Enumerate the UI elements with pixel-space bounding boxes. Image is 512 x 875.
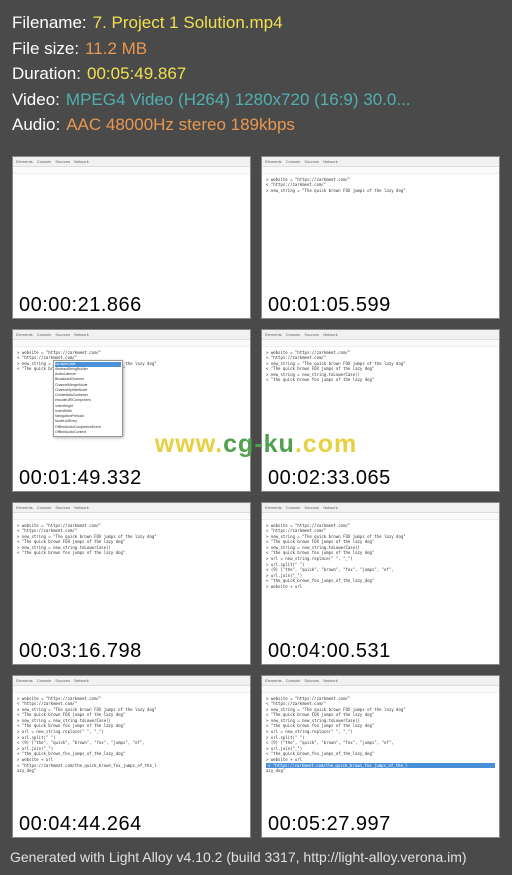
devtools-tab: Console xyxy=(286,505,301,510)
footer-text: Generated with Light Alloy v4.10.2 (buil… xyxy=(0,843,477,871)
thumbnail-cell: Elements ConsoleSources Network > website =… xyxy=(261,675,500,838)
devtools-tab: Network xyxy=(74,332,89,337)
timestamp: 00:01:05.599 xyxy=(262,291,499,318)
thumbnail-preview: Elements ConsoleSources Network > website =… xyxy=(262,330,499,464)
console-code: > website = "https://zarkmeet.com/"< "ht… xyxy=(266,523,495,590)
thumbnail-cell: Elements ConsoleSources Network > website =… xyxy=(12,502,251,665)
filesize-value: 11.2 MB xyxy=(85,36,147,62)
devtools-tab: Console xyxy=(286,678,301,683)
devtools-tab: Console xyxy=(37,505,52,510)
thumbnail-cell: Elements ConsoleSources Network > website =… xyxy=(261,156,500,319)
devtools-tab: Elements xyxy=(265,332,282,337)
duration-value: 00:05:49.867 xyxy=(87,61,186,87)
devtools-tab: Elements xyxy=(265,159,282,164)
devtools-tabs: Elements ConsoleSources Network xyxy=(262,503,499,513)
devtools-tab: Console xyxy=(286,159,301,164)
thumbnail-preview: Elements ConsoleSources Network > website =… xyxy=(262,676,499,810)
audio-label: Audio: xyxy=(12,112,60,138)
video-info-header: Filename: 7. Project 1 Solution.mp4 File… xyxy=(0,0,512,146)
thumbnail-cell: Elements ConsoleSources Network > website =… xyxy=(261,329,500,492)
devtools-tab: Elements xyxy=(16,332,33,337)
thumbnail-preview: Elements ConsoleSources Network > website =… xyxy=(262,503,499,637)
devtools-tabs: Elements ConsoleSources Network xyxy=(262,157,499,167)
timestamp: 00:02:33.065 xyxy=(262,464,499,491)
devtools-tab: Sources xyxy=(304,678,319,683)
devtools-tabs: Elements ConsoleSources Network xyxy=(13,503,250,513)
console-code: > website = "https://zarkmeet.com/"< "ht… xyxy=(17,350,246,372)
console-code: > website = "https://zarkmeet.com/"< "ht… xyxy=(17,696,246,774)
devtools-tab: Sources xyxy=(304,159,319,164)
devtools-tab: Sources xyxy=(304,332,319,337)
devtools-tab: Elements xyxy=(265,678,282,683)
video-label: Video: xyxy=(12,87,60,113)
thumbnail-cell: Elements ConsoleSources Network > website =… xyxy=(12,675,251,838)
devtools-tab: Sources xyxy=(304,505,319,510)
devtools-tab: Sources xyxy=(55,505,70,510)
devtools-tabs: Elements ConsoleSources Network xyxy=(13,676,250,686)
audio-value: AAC 48000Hz stereo 189kbps xyxy=(66,112,295,138)
thumbnail-preview: Elements ConsoleSources Network > website =… xyxy=(13,676,250,810)
devtools-tab: Elements xyxy=(265,505,282,510)
devtools-tab: Network xyxy=(74,505,89,510)
devtools-tab: Console xyxy=(286,332,301,337)
console-code: > website = "https://zarkmeet.com/"< "ht… xyxy=(266,350,495,384)
devtools-tab: Elements xyxy=(16,159,33,164)
console-code: > website = "https://zarkmeet.com/"< "ht… xyxy=(17,523,246,557)
devtools-tab: Sources xyxy=(55,678,70,683)
thumbnail-cell: Elements ConsoleSources Network 00:00:21.86… xyxy=(12,156,251,319)
video-value: MPEG4 Video (H264) 1280x720 (16:9) 30.0.… xyxy=(66,87,411,113)
devtools-tabs: Elements ConsoleSources Network xyxy=(262,330,499,340)
console-code: > website = "https://zarkmeet.com/"< "ht… xyxy=(266,177,495,194)
devtools-tab: Elements xyxy=(16,678,33,683)
devtools-tab: Network xyxy=(323,505,338,510)
timestamp: 00:03:16.798 xyxy=(13,637,250,664)
thumbnail-preview: Elements ConsoleSources Network > website =… xyxy=(262,157,499,291)
timestamp: 00:04:00.531 xyxy=(262,637,499,664)
devtools-tab: Console xyxy=(37,678,52,683)
thumbnail-preview: Elements ConsoleSources Network > website =… xyxy=(13,330,250,464)
filename-value: 7. Project 1 Solution.mp4 xyxy=(93,10,283,36)
timestamp: 00:04:44.264 xyxy=(13,810,250,837)
filesize-label: File size: xyxy=(12,36,79,62)
timestamp: 00:05:27.997 xyxy=(262,810,499,837)
devtools-tab: Network xyxy=(323,159,338,164)
timestamp: 00:01:49.332 xyxy=(13,464,250,491)
timestamp: 00:00:21.866 xyxy=(13,291,250,318)
devtools-tab: Network xyxy=(323,332,338,337)
devtools-tab: Elements xyxy=(16,505,33,510)
devtools-tab: Network xyxy=(323,678,338,683)
devtools-tab: Sources xyxy=(55,159,70,164)
thumbnail-preview: Elements ConsoleSources Network > website =… xyxy=(13,503,250,637)
thumbnail-cell: Elements ConsoleSources Network > website =… xyxy=(261,502,500,665)
devtools-tabs: Elements ConsoleSources Network xyxy=(13,330,250,340)
devtools-tabs: Elements ConsoleSources Network xyxy=(262,676,499,686)
devtools-tab: Sources xyxy=(55,332,70,337)
devtools-tab: Console xyxy=(37,332,52,337)
thumbnail-preview: Elements ConsoleSources Network xyxy=(13,157,250,291)
thumbnail-grid: ElementsConsoleSourcesNetwork00:00:21.86… xyxy=(0,146,512,846)
autocomplete-dropdown: toLowerCaseAbstractStringBuilderAudioLis… xyxy=(53,360,123,438)
devtools-tab: Network xyxy=(74,159,89,164)
devtools-tab: Network xyxy=(74,678,89,683)
devtools-tabs: Elements ConsoleSources Network xyxy=(13,157,250,167)
console-code: > website = "https://zarkmeet.com/"< "ht… xyxy=(266,696,495,774)
filename-label: Filename: xyxy=(12,10,87,36)
devtools-tab: Console xyxy=(37,159,52,164)
duration-label: Duration: xyxy=(12,61,81,87)
thumbnail-cell: Elements ConsoleSources Network > website =… xyxy=(12,329,251,492)
